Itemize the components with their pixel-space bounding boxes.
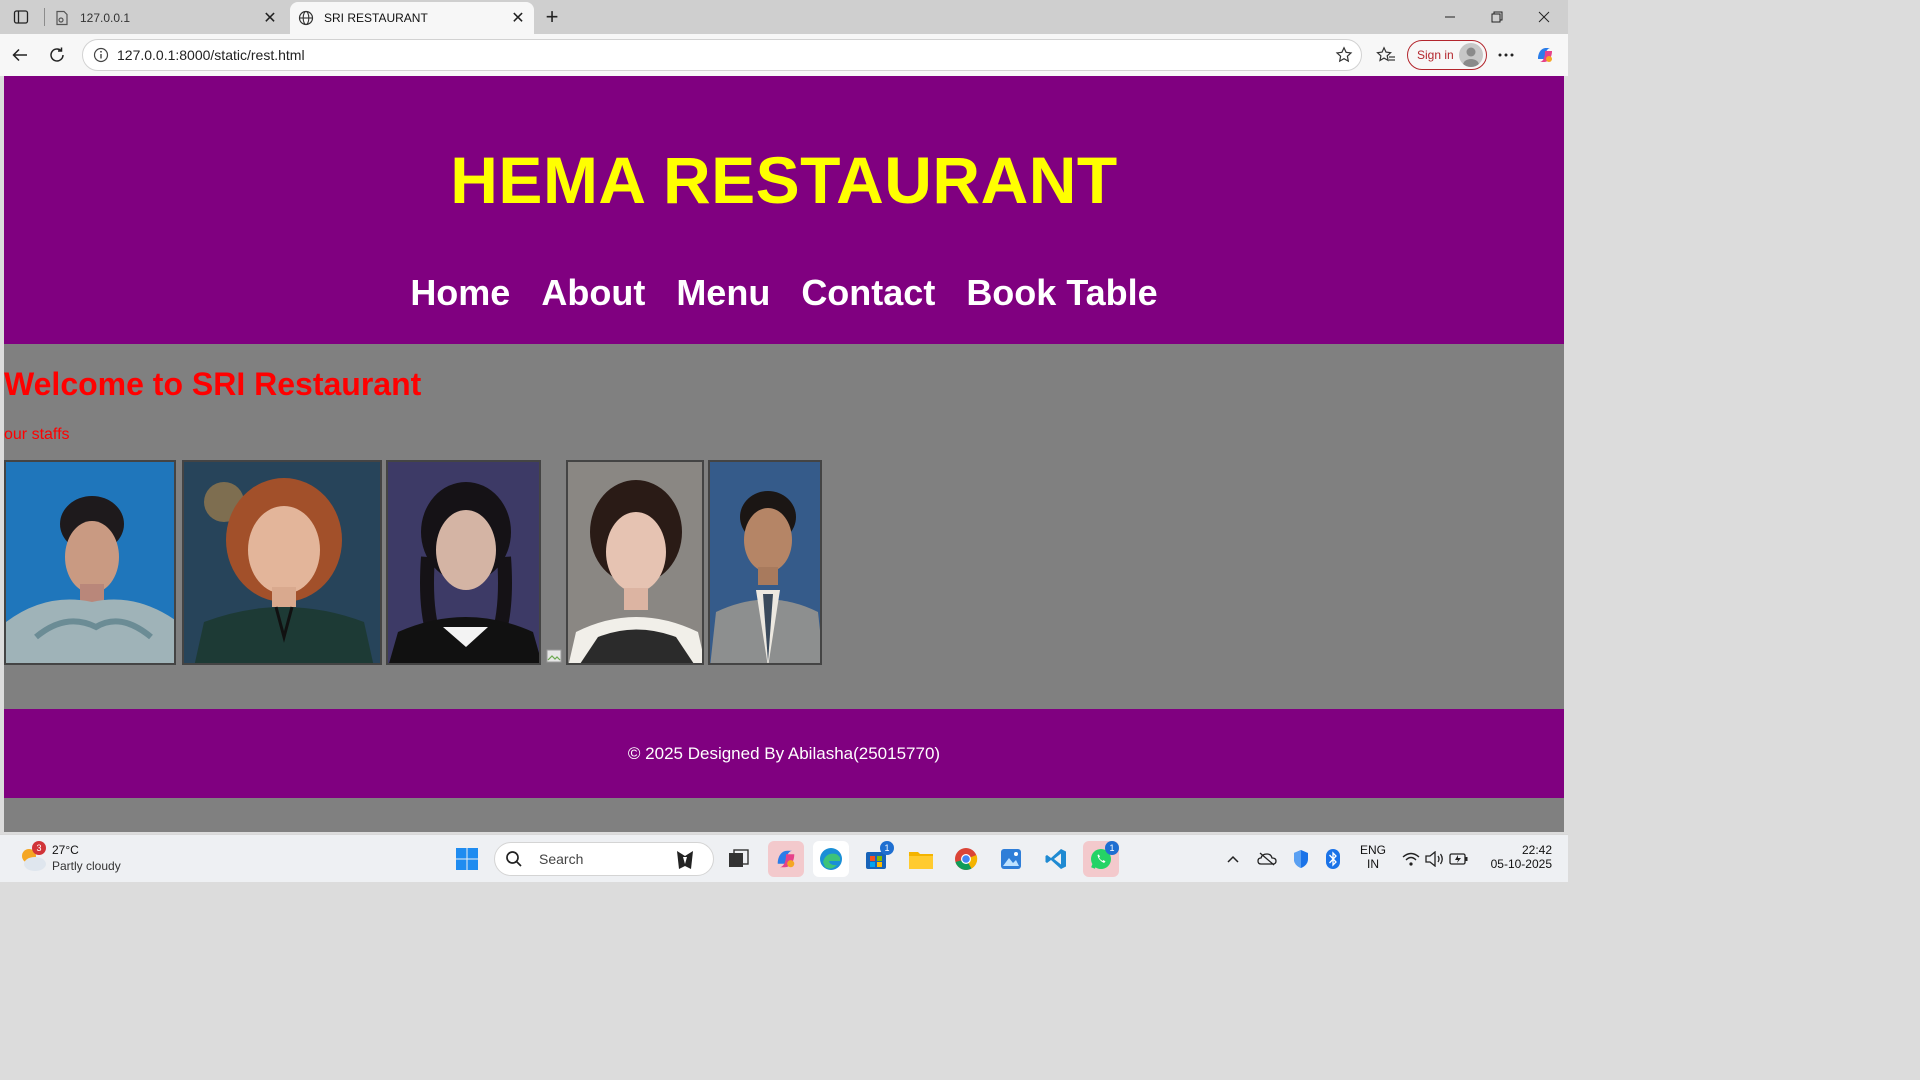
close-icon[interactable]: ✕ <box>260 8 280 28</box>
weather-widget[interactable]: 3 27°C Partly cloudy <box>18 841 148 877</box>
sign-in-button[interactable]: Sign in <box>1407 40 1487 70</box>
tab-sri-restaurant[interactable]: SRI RESTAURANT ✕ <box>290 2 534 34</box>
favorite-star-icon[interactable] <box>1327 46 1361 64</box>
refresh-icon[interactable] <box>43 42 71 68</box>
site-header: HEMA RESTAURANT Home About Menu Contact … <box>4 76 1564 344</box>
site-footer: © 2025 Designed By Abilasha(25015770) <box>4 709 1564 798</box>
temperature: 27°C <box>52 843 79 857</box>
search-highlight-icon <box>677 851 693 869</box>
photos-app-icon[interactable] <box>993 841 1029 877</box>
tab-separator <box>44 8 45 26</box>
taskbar-search[interactable]: Search <box>494 842 714 876</box>
minimize-icon[interactable] <box>1435 6 1465 28</box>
staff-photo <box>4 460 176 665</box>
nav-contact[interactable]: Contact <box>801 272 935 314</box>
edge-browser-icon[interactable] <box>813 841 849 877</box>
tab-title: 127.0.0.1 <box>80 11 131 25</box>
browser-toolbar: 127.0.0.1:8000/static/rest.html Sign in <box>0 34 1568 76</box>
weather-alert-badge: 3 <box>32 841 46 855</box>
nav-book-table[interactable]: Book Table <box>966 272 1157 314</box>
welcome-heading: Welcome to SRI Restaurant <box>4 366 422 402</box>
weather-condition: Partly cloudy <box>52 859 121 873</box>
footer-text: © 2025 Designed By Abilasha(25015770) <box>627 743 941 763</box>
avatar <box>1459 43 1483 67</box>
volume-icon[interactable] <box>1422 841 1448 877</box>
windows-taskbar: 3 27°C Partly cloudy Search 1 1 ENG IN 2… <box>0 834 1568 882</box>
page-viewport: HEMA RESTAURANT Home About Menu Contact … <box>4 76 1564 832</box>
nav-menu[interactable]: Menu <box>676 272 770 314</box>
broken-image-icon <box>546 648 562 664</box>
task-view-icon[interactable] <box>721 841 757 877</box>
tab-localhost[interactable]: 127.0.0.1 ✕ <box>46 2 286 34</box>
staff-photo <box>708 460 822 665</box>
onedrive-offline-icon[interactable] <box>1252 841 1282 877</box>
copilot-icon[interactable] <box>1531 42 1559 68</box>
nav-home[interactable]: Home <box>410 272 510 314</box>
region-code: IN <box>1367 857 1379 871</box>
security-shield-icon[interactable] <box>1286 841 1316 877</box>
search-icon <box>506 851 522 867</box>
tab-actions-icon[interactable] <box>8 5 34 29</box>
copilot-app-icon[interactable] <box>768 841 804 877</box>
store-badge: 1 <box>880 841 894 855</box>
staff-photo <box>386 460 541 665</box>
staff-label: our staffs <box>4 426 70 443</box>
url-text[interactable]: 127.0.0.1:8000/static/rest.html <box>117 47 1327 63</box>
window-close-icon[interactable] <box>1529 6 1559 28</box>
chrome-icon[interactable] <box>948 841 984 877</box>
site-info-icon[interactable] <box>85 47 117 63</box>
clock-date: 05-10-2025 <box>1490 857 1552 871</box>
staff-photo <box>566 460 704 665</box>
chevron-up-icon[interactable] <box>1218 841 1248 877</box>
windows-start-icon[interactable] <box>449 841 485 877</box>
address-bar[interactable]: 127.0.0.1:8000/static/rest.html <box>82 39 1362 71</box>
search-placeholder: Search <box>539 851 584 867</box>
staff-photo <box>182 460 382 665</box>
browser-tab-strip: 127.0.0.1 ✕ SRI RESTAURANT ✕ + <box>0 0 1568 34</box>
wifi-icon[interactable] <box>1398 841 1424 877</box>
vscode-icon[interactable] <box>1038 841 1074 877</box>
main-nav: Home About Menu Contact Book Table <box>4 272 1564 314</box>
clock-time: 22:42 <box>1521 843 1552 857</box>
tab-title: SRI RESTAURANT <box>324 11 428 25</box>
close-icon[interactable]: ✕ <box>508 8 528 28</box>
site-title: HEMA RESTAURANT <box>450 143 1118 217</box>
clock[interactable]: 22:42 05-10-2025 <box>1478 843 1558 871</box>
page-file-icon <box>54 10 70 26</box>
nav-about[interactable]: About <box>541 272 645 314</box>
favorites-icon[interactable] <box>1372 42 1400 68</box>
language-code: ENG <box>1359 843 1386 857</box>
screen: 127.0.0.1 ✕ SRI RESTAURANT ✕ + 127.0.0.1… <box>0 0 1568 882</box>
new-tab-button[interactable]: + <box>540 4 564 29</box>
sign-in-label: Sign in <box>1417 48 1454 62</box>
whatsapp-badge: 1 <box>1105 841 1119 855</box>
whatsapp-icon[interactable]: 1 <box>1083 841 1119 877</box>
globe-icon <box>298 10 314 26</box>
microsoft-store-icon[interactable]: 1 <box>858 841 894 877</box>
bluetooth-icon[interactable] <box>1318 841 1348 877</box>
more-options-icon[interactable] <box>1492 42 1520 68</box>
file-explorer-icon[interactable] <box>903 841 939 877</box>
back-arrow-icon[interactable] <box>6 42 34 68</box>
restore-icon[interactable] <box>1482 6 1512 28</box>
battery-charging-icon[interactable] <box>1446 841 1472 877</box>
language-indicator[interactable]: ENG IN <box>1356 843 1390 871</box>
